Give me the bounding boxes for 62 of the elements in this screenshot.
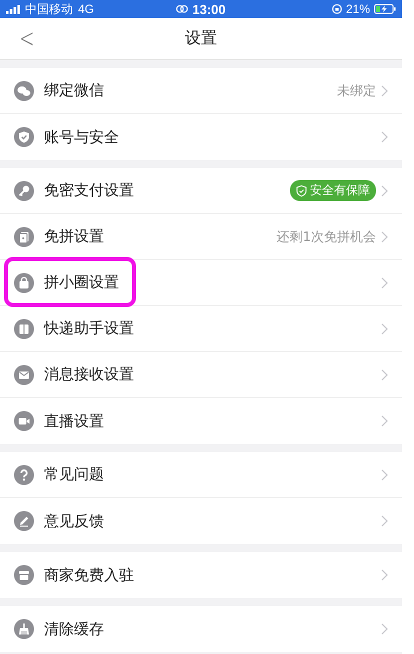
shield-check-icon [296,184,307,196]
settings-row[interactable]: 拼小圈设置 [0,260,402,306]
chevron-right-icon [381,515,388,527]
row-value: 还剩1次免拼机会 [276,228,376,246]
row-label: 商家免费入驻 [44,566,134,584]
shop-icon [14,565,34,585]
back-button[interactable]: < [12,24,42,54]
chevron-right-icon [381,131,388,143]
chevron-right-icon [381,184,388,196]
chevron-right-icon [381,276,388,288]
bag-icon [14,272,34,292]
chevron-right-icon [381,569,388,581]
link-icon [176,5,188,13]
rotation-lock-icon [332,4,342,14]
carrier-name: 中国移动 [25,0,73,18]
row-label: 免拼设置 [44,227,104,246]
settings-row[interactable]: 快递助手设置 [0,306,402,352]
row-label: 消息接收设置 [44,365,134,384]
video-camera-icon [14,411,34,431]
pencil-icon [14,511,34,531]
signal-icon [6,4,20,14]
shield-icon [14,127,34,147]
battery-charging-icon [374,4,396,14]
settings-row[interactable]: 直播设置 [0,398,402,444]
row-label: 快递助手设置 [44,319,134,338]
row-label: 常见问题 [44,465,104,484]
chevron-right-icon [381,623,388,635]
clock-time: 13:00 [192,2,226,16]
battery-percent: 21% [346,2,370,16]
settings-row[interactable]: 商家免费入驻 [0,552,402,598]
settings-row[interactable]: 免拼设置 还剩1次免拼机会 [0,214,402,260]
row-label: 清除缓存 [44,620,104,638]
row-label: 账号与安全 [44,128,119,146]
row-label: 意见反馈 [44,512,104,530]
network-type: 4G [78,2,94,16]
row-label: 免密支付设置 [44,181,134,200]
key-icon [14,180,34,200]
settings-row[interactable]: 清除缓存 [0,606,402,652]
question-icon [14,464,34,484]
settings-row[interactable]: 常见问题 [0,452,402,498]
row-value: 未绑定 [337,82,376,100]
chevron-right-icon [381,84,388,96]
row-label: 直播设置 [44,412,104,430]
card-icon [14,226,34,246]
chevron-right-icon [381,468,388,480]
chevron-right-icon [381,230,388,242]
settings-row[interactable]: 意见反馈 [0,498,402,544]
box-icon [14,318,34,338]
row-label: 绑定微信 [44,81,104,100]
broom-icon [14,619,34,639]
page-title: 设置 [185,28,217,49]
chevron-right-icon [381,322,388,334]
chevron-right-icon [381,368,388,380]
settings-row[interactable]: 账号与安全 [0,114,402,160]
badge-text: 安全有保障 [310,182,370,199]
row-label: 拼小圈设置 [44,273,119,292]
chevron-right-icon [381,415,388,427]
settings-row[interactable]: 绑定微信 未绑定 [0,68,402,114]
chat-icon [14,80,34,100]
settings-row[interactable]: 免密支付设置 安全有保障 [0,168,402,214]
settings-row[interactable]: 消息接收设置 [0,352,402,398]
envelope-icon [14,364,34,384]
